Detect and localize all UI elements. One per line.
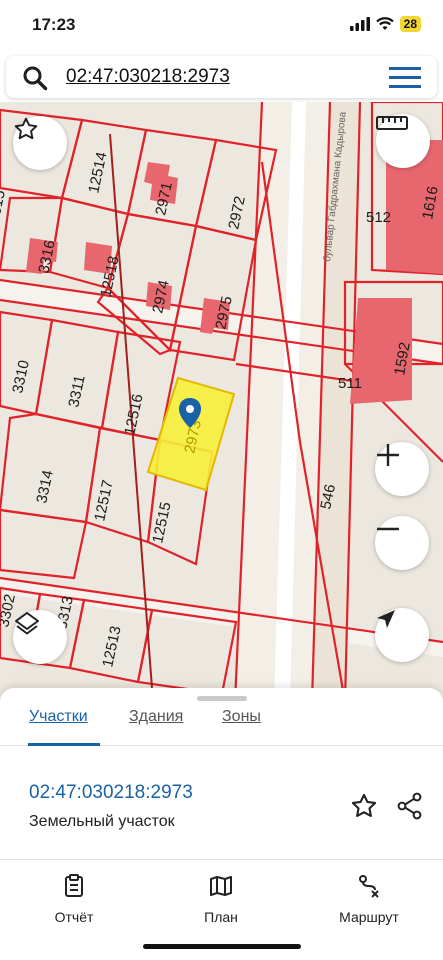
search-bar[interactable]: 02:47:030218:2973	[6, 56, 437, 98]
nav-plan-label: План	[204, 909, 238, 925]
battery-indicator: 28	[399, 16, 421, 32]
search-icon[interactable]	[22, 65, 48, 91]
parcel-label: 3310	[9, 359, 33, 395]
cadastral-map[interactable]: 12514 2971 2972 3316 12518 2974 2975 331…	[0, 102, 443, 702]
nav-report-label: Отчёт	[54, 909, 94, 925]
bottom-navigation: Отчёт План Маршрут	[0, 862, 443, 932]
star-icon[interactable]	[350, 792, 378, 820]
nav-report[interactable]: Отчёт	[19, 874, 129, 925]
active-tab-indicator	[28, 743, 100, 746]
parcel-label: 12513	[99, 624, 124, 668]
zoom-out-button[interactable]	[375, 516, 429, 570]
ruler-icon	[376, 116, 408, 130]
minus-icon	[377, 527, 399, 531]
share-icon[interactable]	[396, 792, 424, 820]
layers-button[interactable]	[13, 610, 67, 664]
status-time: 17:23	[32, 15, 76, 34]
parcel-type: Земельный участок	[29, 813, 175, 830]
plus-icon	[377, 444, 399, 466]
map-plan-icon	[210, 876, 232, 896]
wifi-icon	[375, 17, 394, 30]
parcel-result-card[interactable]: 02:47:030218:2973 Земельный участок	[0, 748, 443, 860]
favorite-map-button[interactable]	[13, 116, 67, 170]
parcel-label: 12517	[91, 478, 116, 522]
nav-plan[interactable]: План	[166, 874, 276, 925]
layers-icon	[15, 612, 39, 635]
status-bar: 17:23 28	[0, 0, 443, 52]
tab-buildings[interactable]: Здания	[129, 708, 183, 734]
parcel-label: 12516	[121, 392, 146, 436]
zoom-in-button[interactable]	[375, 442, 429, 496]
parcel-label: 12514	[85, 150, 110, 194]
search-input[interactable]: 02:47:030218:2973	[66, 66, 230, 88]
drag-handle[interactable]	[197, 696, 247, 701]
result-tabs: Участки Здания Зоны	[0, 708, 443, 746]
tab-parcels[interactable]: Участки	[29, 708, 88, 734]
parcel-label: 511	[338, 375, 362, 392]
parcel-cadastral-number[interactable]: 02:47:030218:2973	[29, 782, 193, 804]
route-icon	[359, 875, 379, 898]
nav-route-label: Маршрут	[339, 909, 399, 925]
menu-icon[interactable]	[389, 67, 421, 89]
star-icon	[14, 117, 38, 140]
navigation-arrow-icon	[377, 610, 395, 628]
parcel-label: 512	[366, 209, 391, 226]
parcel-label: 3311	[65, 374, 88, 409]
parcel-label: 3314	[33, 469, 57, 505]
tab-zones[interactable]: Зоны	[222, 708, 261, 734]
my-location-button[interactable]	[375, 608, 429, 662]
parcel-label: 2972	[225, 195, 249, 231]
home-indicator[interactable]	[143, 944, 301, 949]
nav-route[interactable]: Маршрут	[314, 874, 424, 925]
report-icon	[65, 874, 83, 897]
signal-icon	[349, 17, 370, 31]
ruler-button[interactable]	[376, 114, 430, 168]
status-icons: 28	[349, 16, 421, 32]
